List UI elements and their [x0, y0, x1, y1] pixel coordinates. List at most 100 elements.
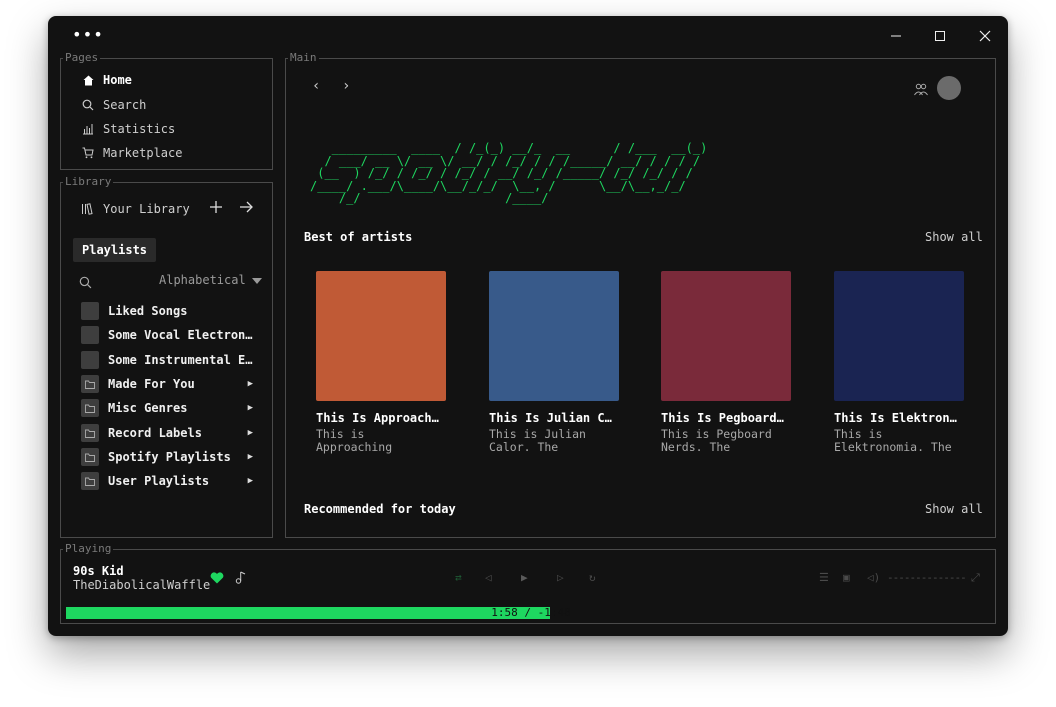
progress-bar[interactable]: 1:58 / -1:48	[66, 607, 996, 619]
shuffle-icon[interactable]: ⇄	[455, 571, 462, 584]
playing-legend: Playing	[65, 542, 112, 555]
playlist-item[interactable]: Liked Songs	[81, 301, 253, 321]
track-title[interactable]: 90s Kid	[73, 564, 124, 578]
nav-home-label: Home	[103, 73, 132, 87]
maximize-icon[interactable]	[926, 22, 954, 50]
next-icon[interactable]: ▷	[557, 571, 564, 584]
your-library-label[interactable]: Your Library	[103, 202, 190, 216]
play-icon[interactable]: ▶	[521, 571, 528, 584]
folder-item[interactable]: Misc Genres ▶	[81, 398, 253, 418]
folder-name: Spotify Playlists	[108, 450, 231, 464]
expand-arrow-icon[interactable]: ▶	[243, 452, 253, 462]
main-panel: Main ‹ › _________ ____ / /_(_) __/_ __ …	[285, 52, 996, 538]
volume-slider[interactable]: --------------	[887, 571, 967, 584]
nav-statistics-label: Statistics	[103, 122, 176, 136]
arrow-right-icon[interactable]	[239, 200, 253, 217]
devices-icon[interactable]: ▣	[843, 571, 850, 584]
folder-icon	[81, 399, 99, 417]
playlist-thumb	[81, 302, 99, 320]
artist-card[interactable]: This Is Julian Calor This is Julian Calo…	[489, 271, 621, 454]
repeat-icon[interactable]: ↻	[589, 571, 596, 584]
title-bar: •••	[48, 16, 1008, 52]
folder-icon	[81, 472, 99, 490]
sort-dropdown[interactable]: Alphabetical	[159, 273, 262, 287]
artist-card[interactable]: This Is Elektronomia This is Elektronomi…	[834, 271, 966, 454]
playlist-name: Liked Songs	[108, 304, 188, 318]
caret-down-icon	[251, 273, 262, 287]
queue-icon[interactable]: ☰	[819, 571, 829, 584]
card-cover	[834, 271, 964, 401]
lyrics-icon[interactable]	[235, 569, 247, 588]
artist-card[interactable]: This Is Approaching Nirvana This is Appr…	[316, 271, 448, 454]
folder-name: Misc Genres	[108, 401, 188, 415]
folder-name: User Playlists	[108, 474, 210, 488]
minimize-icon[interactable]	[882, 22, 910, 50]
card-description: This is Elektronomia. The essential trac…	[834, 428, 952, 454]
nav-marketplace-label: Marketplace	[103, 146, 183, 160]
card-description: This is Julian Calor. The essential trac…	[489, 428, 607, 454]
folder-icon	[81, 424, 99, 442]
card-cover	[316, 271, 446, 401]
nav-marketplace[interactable]: Marketplace	[81, 143, 182, 163]
fullscreen-icon[interactable]: ⤢	[971, 571, 980, 585]
card-title: This Is Pegboard Nerds	[661, 411, 791, 425]
avatar[interactable]	[937, 76, 961, 100]
card-title: This Is Elektronomia	[834, 411, 964, 425]
pages-legend: Pages	[65, 51, 99, 64]
library-panel: Library Your Library Playlists Alphabeti…	[60, 176, 273, 538]
playlist-name: Some Vocal Electronic	[108, 328, 253, 342]
library-legend: Library	[65, 175, 112, 188]
folder-item[interactable]: Spotify Playlists ▶	[81, 447, 253, 467]
nav-search-label: Search	[103, 98, 147, 112]
search-icon	[81, 98, 95, 112]
folder-item[interactable]: Record Labels ▶	[81, 423, 253, 443]
home-icon	[81, 73, 95, 87]
playlist-thumb	[81, 351, 99, 369]
playlist-item[interactable]: Some Instrumental Electronic	[81, 350, 253, 370]
filter-chip-playlists[interactable]: Playlists	[73, 238, 157, 262]
card-title: This Is Approaching Nirvana	[316, 411, 446, 425]
statistics-icon	[81, 122, 95, 136]
card-title: This Is Julian Calor	[489, 411, 619, 425]
folder-icon	[81, 448, 99, 466]
playlist-thumb	[81, 326, 99, 344]
forward-icon[interactable]: ›	[342, 78, 350, 94]
heart-icon[interactable]	[210, 569, 224, 588]
card-cover	[661, 271, 791, 401]
previous-icon[interactable]: ◁	[485, 571, 492, 584]
track-artist[interactable]: TheDiabolicalWaffle	[73, 578, 210, 592]
artist-card[interactable]: This Is Pegboard Nerds This is Pegboard …	[661, 271, 793, 454]
folder-item[interactable]: Made For You ▶	[81, 374, 253, 394]
expand-arrow-icon[interactable]: ▶	[243, 428, 253, 438]
ellipsis-icon[interactable]: •••	[72, 27, 104, 43]
app-window: ••• Pages Home Search Statistics Marketp…	[48, 16, 1008, 636]
volume-icon[interactable]: ◁)	[867, 571, 880, 584]
playback-time: 1:58 / -1:48	[491, 606, 571, 619]
plus-icon[interactable]	[209, 200, 223, 217]
back-icon[interactable]: ‹	[312, 78, 320, 94]
nav-search[interactable]: Search	[81, 95, 146, 115]
library-search-icon[interactable]	[79, 274, 92, 293]
expand-arrow-icon[interactable]: ▶	[243, 379, 253, 389]
your-library-header: Your Library	[81, 199, 263, 219]
card-description: This is Approaching Nirvana. The essenti…	[316, 428, 399, 454]
playlist-name: Some Instrumental Electronic	[108, 353, 253, 367]
close-icon[interactable]	[971, 22, 999, 50]
friends-icon[interactable]	[914, 81, 928, 100]
card-cover	[489, 271, 619, 401]
expand-arrow-icon[interactable]: ▶	[243, 403, 253, 413]
section-title-best-of-artists: Best of artists	[304, 230, 413, 244]
sort-label: Alphabetical	[159, 273, 246, 287]
show-all-link[interactable]: Show all	[925, 230, 983, 244]
nav-home[interactable]: Home	[81, 70, 132, 90]
playlist-item[interactable]: Some Vocal Electronic	[81, 325, 253, 345]
section-title-recommended: Recommended for today	[304, 502, 456, 516]
library-icon	[81, 203, 95, 215]
nav-statistics[interactable]: Statistics	[81, 119, 175, 139]
folder-icon	[81, 375, 99, 393]
main-legend: Main	[290, 51, 317, 64]
show-all-link[interactable]: Show all	[925, 502, 983, 516]
folder-item[interactable]: User Playlists ▶	[81, 471, 253, 491]
expand-arrow-icon[interactable]: ▶	[243, 476, 253, 486]
card-description: This is Pegboard Nerds. The essential tr…	[661, 428, 779, 454]
